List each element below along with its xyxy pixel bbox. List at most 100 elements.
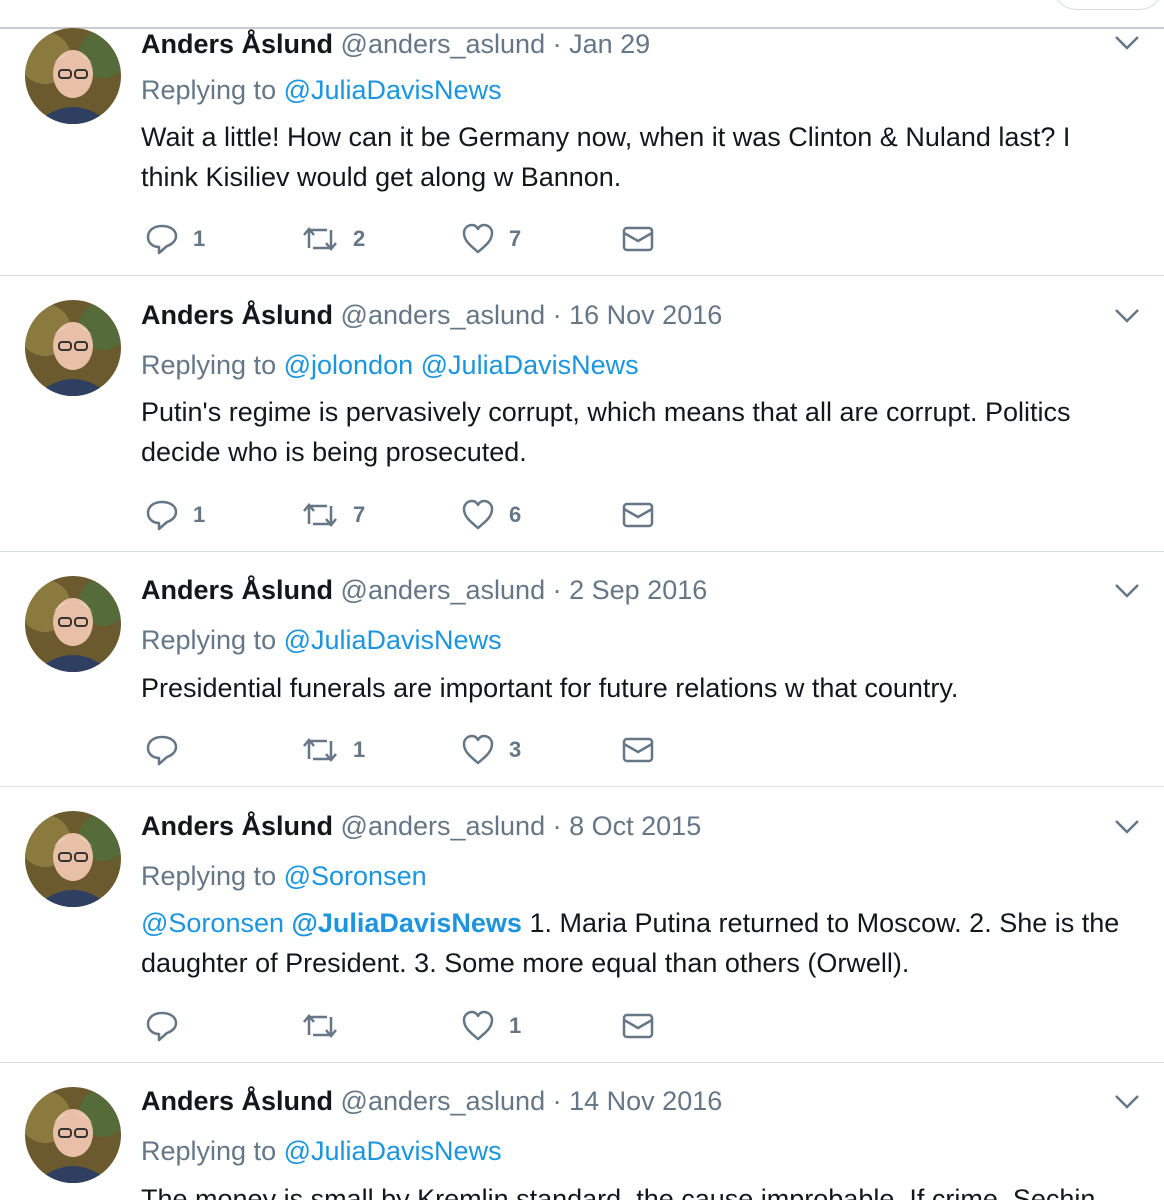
mention-link[interactable]: @JuliaDavisNews (292, 908, 522, 938)
heart-icon (462, 223, 494, 254)
replying-to-label: Replying to (141, 1136, 277, 1166)
mention-link[interactable]: @JuliaDavisNews (284, 625, 502, 655)
chevron-down-icon[interactable] (1112, 576, 1142, 606)
mention-link[interactable]: @jolondon (284, 350, 414, 380)
retweet-button[interactable]: 1 (301, 730, 365, 770)
separator: · (552, 300, 562, 330)
avatar[interactable] (25, 811, 121, 907)
mention-link[interactable]: @JuliaDavisNews (284, 75, 502, 105)
user-handle[interactable]: @anders_aslund (341, 575, 546, 605)
replying-to: Replying to @jolondon @JuliaDavisNews (141, 349, 639, 381)
retweet-count: 2 (353, 226, 366, 251)
direct-message-button[interactable] (621, 495, 655, 535)
like-button[interactable]: 1 (461, 1006, 521, 1046)
display-name[interactable]: Anders Åslund (141, 1086, 333, 1116)
top-bar (0, 0, 1164, 29)
tweet-header: Anders Åslund @anders_aslund · 16 Nov 20… (141, 299, 722, 331)
heart-icon (462, 1010, 494, 1041)
direct-message-button[interactable] (621, 730, 655, 770)
timestamp[interactable]: 8 Oct 2015 (569, 811, 701, 841)
retweet-button[interactable]: 7 (301, 495, 365, 535)
tweet-header: Anders Åslund @anders_aslund · 14 Nov 20… (141, 1085, 722, 1117)
like-button[interactable]: 6 (461, 495, 521, 535)
timestamp[interactable]: 16 Nov 2016 (569, 300, 722, 330)
heart-icon (462, 734, 494, 765)
reply-count: 1 (193, 226, 206, 251)
mention-link[interactable]: @JuliaDavisNews (284, 1136, 502, 1166)
retweet-icon (303, 738, 337, 762)
mention-link[interactable]: @Soronsen (284, 861, 427, 891)
timeline: Anders Åslund @anders_aslund · Jan 29 Re… (0, 0, 1164, 1200)
reply-icon (146, 735, 178, 766)
tweet-text: @Soronsen @JuliaDavisNews 1. Maria Putin… (141, 903, 1131, 983)
replying-to: Replying to @JuliaDavisNews (141, 624, 502, 656)
reply-button[interactable]: 1 (145, 495, 205, 535)
chevron-down-icon[interactable] (1112, 1087, 1142, 1117)
tweet-text-body: 1. Maria Putina returned to Moscow. 2. S… (141, 908, 1120, 978)
tweet[interactable]: Anders Åslund @anders_aslund · 16 Nov 20… (0, 276, 1164, 552)
chevron-down-icon[interactable] (1112, 28, 1142, 58)
mention-link[interactable]: @Soronsen (141, 908, 284, 938)
retweet-button[interactable] (301, 1006, 353, 1046)
tweet[interactable]: Anders Åslund @anders_aslund · Jan 29 Re… (0, 28, 1164, 276)
user-handle[interactable]: @anders_aslund (341, 300, 546, 330)
separator: · (552, 575, 562, 605)
display-name[interactable]: Anders Åslund (141, 29, 333, 59)
tweet[interactable]: Anders Åslund @anders_aslund · 14 Nov 20… (0, 1063, 1164, 1200)
tweet-actions: 1 3 (141, 730, 701, 770)
retweet-icon (303, 1014, 337, 1038)
like-count: 6 (509, 502, 522, 527)
avatar[interactable] (25, 1087, 121, 1183)
replying-to: Replying to @JuliaDavisNews (141, 1135, 502, 1167)
direct-message-button[interactable] (621, 1006, 655, 1046)
reply-button[interactable] (145, 1006, 193, 1046)
chevron-down-icon[interactable] (1112, 812, 1142, 842)
mention-link[interactable]: @JuliaDavisNews (421, 350, 639, 380)
tweet-actions: 1 (141, 1006, 701, 1046)
tweet-text: Wait a little! How can it be Germany now… (141, 122, 1071, 192)
timestamp[interactable]: Jan 29 (569, 29, 650, 59)
timestamp[interactable]: 14 Nov 2016 (569, 1086, 722, 1116)
retweet-button[interactable]: 2 (301, 219, 365, 259)
tweet-actions: 1 7 6 (141, 495, 701, 535)
reply-button[interactable] (145, 730, 193, 770)
retweet-icon (303, 503, 337, 527)
like-count: 7 (509, 226, 522, 251)
reply-button[interactable]: 1 (145, 219, 205, 259)
envelope-icon (622, 226, 654, 252)
replying-to-label: Replying to (141, 75, 277, 105)
tweet[interactable]: Anders Åslund @anders_aslund · 2 Sep 201… (0, 552, 1164, 787)
like-count: 3 (509, 737, 522, 762)
reply-icon (146, 1011, 178, 1042)
separator: · (552, 811, 562, 841)
replying-to: Replying to @JuliaDavisNews (141, 74, 502, 106)
timestamp[interactable]: 2 Sep 2016 (569, 575, 707, 605)
like-button[interactable]: 7 (461, 219, 521, 259)
avatar[interactable] (25, 576, 121, 672)
heart-icon (462, 499, 494, 530)
chevron-down-icon[interactable] (1112, 301, 1142, 331)
replying-to: Replying to @Soronsen (141, 860, 427, 892)
replying-to-label: Replying to (141, 861, 277, 891)
retweet-icon (303, 227, 337, 251)
search-box-edge[interactable] (1052, 0, 1164, 10)
tweet-actions: 1 2 7 (141, 219, 701, 259)
separator: · (552, 1086, 562, 1116)
reply-count: 1 (193, 502, 206, 527)
user-handle[interactable]: @anders_aslund (341, 811, 546, 841)
user-handle[interactable]: @anders_aslund (341, 29, 546, 59)
direct-message-button[interactable] (621, 219, 655, 259)
separator: · (552, 29, 562, 59)
like-button[interactable]: 3 (461, 730, 521, 770)
tweet-text: Putin's regime is pervasively corrupt, w… (141, 397, 1071, 467)
display-name[interactable]: Anders Åslund (141, 811, 333, 841)
avatar[interactable] (25, 28, 121, 124)
envelope-icon (622, 502, 654, 528)
tweet-header: Anders Åslund @anders_aslund · 2 Sep 201… (141, 574, 707, 606)
display-name[interactable]: Anders Åslund (141, 575, 333, 605)
user-handle[interactable]: @anders_aslund (341, 1086, 546, 1116)
replying-to-label: Replying to (141, 350, 277, 380)
display-name[interactable]: Anders Åslund (141, 300, 333, 330)
tweet[interactable]: Anders Åslund @anders_aslund · 8 Oct 201… (0, 787, 1164, 1063)
avatar[interactable] (25, 300, 121, 396)
